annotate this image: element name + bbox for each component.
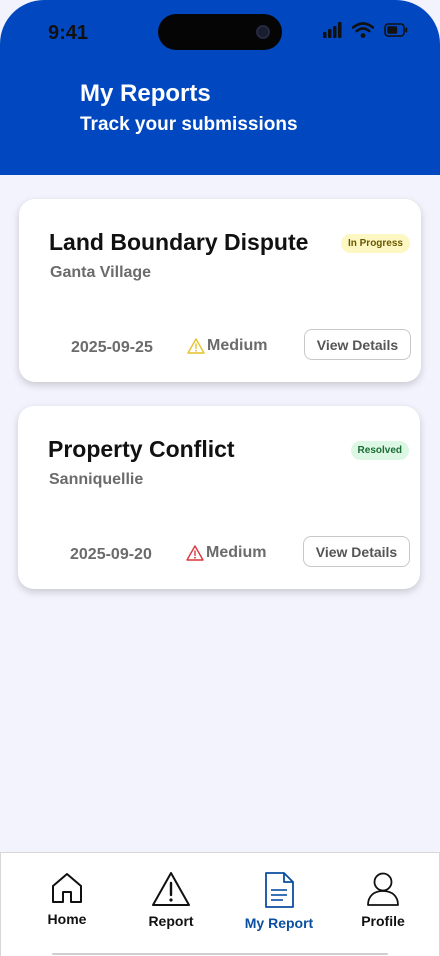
report-title: Property Conflict <box>48 436 235 462</box>
warning-icon <box>152 872 190 906</box>
report-card[interactable]: Land Boundary Dispute Ganta Village In P… <box>19 199 421 382</box>
nav-label: Profile <box>361 913 405 929</box>
home-icon <box>52 873 82 903</box>
dynamic-island <box>158 14 282 50</box>
user-icon <box>367 872 399 906</box>
home-indicator <box>52 953 388 955</box>
wifi-icon <box>352 22 374 38</box>
view-details-button[interactable]: View Details <box>304 329 411 360</box>
status-badge: Resolved <box>350 441 409 460</box>
nav-item-home[interactable]: Home <box>17 871 117 927</box>
nav-label: Report <box>148 913 194 929</box>
report-location: Sanniquellie <box>49 471 144 488</box>
status-icons <box>322 22 408 38</box>
header: 9:41 My Reports Track your submissions <box>0 0 440 175</box>
nav-item-report[interactable]: Report <box>121 871 221 929</box>
severity-label: Medium <box>207 337 268 354</box>
warning-icon <box>187 338 205 354</box>
report-card[interactable]: Property Conflict Sanniquellie Resolved … <box>18 406 420 589</box>
nav-label: My Report <box>244 915 314 931</box>
status-time: 9:41 <box>48 22 89 44</box>
signal-icon <box>323 22 342 38</box>
report-title: Land Boundary Dispute <box>49 229 309 255</box>
document-icon <box>265 872 294 908</box>
battery-icon <box>384 23 408 37</box>
report-date: 2025-09-20 <box>70 546 152 563</box>
report-location: Ganta Village <box>50 264 152 281</box>
nav-label: Home <box>47 911 87 927</box>
report-severity: Medium <box>187 337 267 355</box>
page-title: My Reports <box>80 80 211 107</box>
nav-item-my-report[interactable]: My Report <box>229 871 329 931</box>
view-details-button[interactable]: View Details <box>303 536 410 567</box>
report-severity: Medium <box>186 544 266 562</box>
page-subtitle: Track your submissions <box>80 114 298 135</box>
nav-item-profile[interactable]: Profile <box>333 871 433 929</box>
status-badge: In Progress <box>340 234 410 253</box>
report-date: 2025-09-25 <box>71 339 153 356</box>
bottom-nav: Home Report My Report Profile <box>0 852 440 956</box>
severity-label: Medium <box>206 544 267 561</box>
warning-icon <box>186 545 204 561</box>
camera-icon <box>256 25 270 39</box>
